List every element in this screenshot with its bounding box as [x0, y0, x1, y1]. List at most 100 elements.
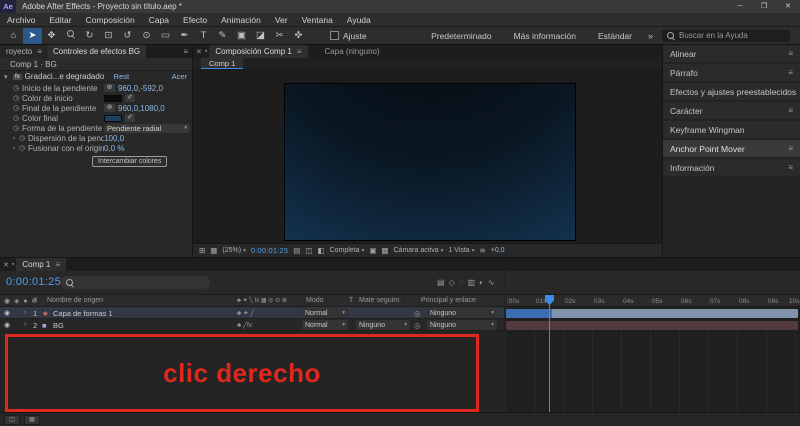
effect-name[interactable]: Gradaci...e degradado [25, 72, 111, 81]
track-matte-column-header[interactable]: Mate seguim. [359, 297, 401, 304]
transfer-controls-toggle-icon[interactable]: ▦ [24, 414, 40, 425]
selection-tool[interactable]: ➤ [23, 27, 42, 44]
panel-menu-icon[interactable]: ≡ [788, 163, 793, 172]
panel-parrafo[interactable]: Párrafo ≡ [663, 64, 800, 81]
shy-layers-icon[interactable]: ◌ [459, 278, 464, 287]
panel-menu-icon[interactable]: ≡ [183, 47, 188, 56]
shape-tool[interactable]: ▭ [156, 28, 175, 44]
panel-menu-icon[interactable]: ≡ [788, 106, 793, 115]
menu-animacion[interactable]: Animación [214, 13, 268, 27]
panel-menu-icon[interactable]: ≡ [788, 144, 793, 153]
property-value[interactable]: 0,0 % [104, 144, 124, 153]
blend-mode-select[interactable]: Normal ▾ [302, 320, 348, 330]
layer-visibility-toggle[interactable]: ◉ [4, 309, 10, 317]
exposure-value[interactable]: +0,0 [491, 247, 505, 254]
current-timecode[interactable]: 0:00:01:25 [6, 276, 61, 288]
clone-stamp-tool[interactable]: ▣ [232, 28, 251, 44]
layer-row-capa-de-formas[interactable]: ◉ › 1 ★ Capa de formas 1 ♣ ✦ ╱ Normal ▾ … [0, 307, 504, 319]
about-effect-link[interactable]: Acer [172, 72, 187, 81]
snap-checkbox[interactable] [330, 31, 339, 40]
help-search-input[interactable]: Buscar en la Ayuda [662, 29, 790, 42]
solid-layer-icon[interactable]: ■ [42, 321, 47, 330]
chevron-down-icon[interactable]: ▾ [4, 73, 10, 81]
magnification-select[interactable]: (25%) ▾ [222, 247, 245, 254]
panel-efectos-y-ajustes[interactable]: Efectos y ajustes preestablecidos [663, 83, 800, 100]
twirl-icon[interactable]: › [24, 321, 26, 328]
pickwhip-icon[interactable]: ◎ [414, 321, 421, 330]
panel-keyframe-wingman[interactable]: Keyframe Wingman [663, 121, 800, 138]
draft-3d-icon[interactable]: ◇ [449, 278, 455, 287]
parent-select[interactable]: Ninguno ▾ [427, 308, 497, 318]
home-tool[interactable]: ⌂ [4, 28, 23, 44]
minimize-button[interactable]: ─ [728, 0, 752, 13]
frame-blending-icon[interactable]: ▥ [467, 278, 475, 287]
reset-effect-link[interactable]: Rest [114, 72, 129, 81]
zoom-tool[interactable] [61, 28, 80, 44]
close-icon[interactable]: ✕ [0, 261, 12, 269]
blend-mode-select[interactable]: Normal ▾ [302, 308, 348, 318]
menu-archivo[interactable]: Archivo [0, 13, 42, 27]
menu-ayuda[interactable]: Ayuda [340, 13, 378, 27]
property-value[interactable]: 960,0,1080,0 [118, 104, 165, 113]
panel-menu-icon[interactable]: ≡ [37, 47, 42, 56]
hand-tool[interactable]: ✥ [42, 28, 61, 44]
color-swatch[interactable] [104, 114, 122, 122]
menu-capa[interactable]: Capa [142, 13, 176, 27]
puppet-pin-tool[interactable]: ✜ [289, 28, 308, 44]
shape-layer-icon[interactable]: ★ [42, 309, 49, 318]
tab-controles-de-efectos[interactable]: Controles de efectos BG [47, 45, 147, 58]
stopwatch-icon[interactable]: ◷ [13, 94, 22, 102]
viewer-tab-comp1[interactable]: Comp 1 [201, 58, 244, 69]
stopwatch-icon[interactable]: ◷ [13, 104, 22, 112]
menu-editar[interactable]: Editar [42, 13, 78, 27]
eyedropper-icon[interactable]: ✐ [125, 114, 135, 122]
transparency-grid-icon[interactable]: ▩ [381, 246, 388, 255]
fast-previews-icon[interactable]: ≋ [479, 246, 485, 255]
layer-row-bg[interactable]: ◉ › 2 ■ BG ♣ ╱fx Normal ▾ Ninguno ▾ ◎ Ni… [0, 319, 504, 331]
workspace-overflow-icon[interactable]: » [643, 31, 658, 41]
unified-camera-tool[interactable]: ⊡ [99, 28, 118, 44]
layer-name[interactable]: BG [53, 321, 64, 330]
layer-switches-toggle-icon[interactable]: ◫ [4, 414, 20, 425]
tab-proyecto[interactable]: royecto ≡ [0, 45, 46, 58]
tab-capa[interactable]: Capa (ninguno) [319, 45, 386, 58]
maximize-button[interactable]: ❐ [752, 0, 776, 13]
resolution-select[interactable]: Completa ▾ [330, 247, 365, 254]
orbit-camera-tool[interactable]: ↻ [80, 28, 99, 44]
workspace-predeterminado[interactable]: Predeterminado [420, 31, 502, 41]
panel-alinear[interactable]: Alinear ≡ [663, 45, 800, 62]
grid-guides-icon[interactable]: ▦ [210, 246, 217, 255]
stopwatch-icon[interactable]: ◷ [19, 134, 28, 142]
pan-behind-tool[interactable]: ⊙ [137, 28, 156, 44]
panel-informacion[interactable]: Información ≡ [663, 159, 800, 176]
track-matte-select[interactable]: Ninguno ▾ [356, 320, 410, 330]
channels-icon[interactable]: ◧ [317, 246, 324, 255]
point-icon[interactable]: ⊕ [104, 84, 115, 92]
viewer-timecode[interactable]: 0:00:01:25 [251, 246, 288, 255]
pen-tool[interactable]: ✒ [175, 28, 194, 44]
fx-badge[interactable]: fx [13, 73, 22, 80]
tab-timeline-comp1[interactable]: Comp 1 ≡ [16, 258, 67, 271]
swap-colors-button[interactable]: Intercambiar colores [92, 156, 168, 167]
workspace-estandar[interactable]: Estándar [587, 31, 643, 41]
active-camera-select[interactable]: Cámara activa ▾ [394, 247, 444, 254]
layer-switches[interactable]: ♣ ╱fx [237, 321, 252, 329]
panel-anchor-point-mover[interactable]: Anchor Point Mover ≡ [663, 140, 800, 157]
eyedropper-icon[interactable]: ✐ [125, 94, 135, 102]
parent-select[interactable]: Ninguno ▾ [427, 320, 497, 330]
menu-efecto[interactable]: Efecto [176, 13, 214, 27]
composition-mini-flowchart-icon[interactable]: ▤ [437, 278, 445, 287]
snapshot-icon[interactable]: ▤ [293, 246, 300, 255]
property-value[interactable]: 960,0,-592,0 [118, 84, 163, 93]
stopwatch-icon[interactable]: ◷ [13, 84, 22, 92]
property-value[interactable]: 100,0 [104, 134, 124, 143]
eraser-tool[interactable]: ◪ [251, 28, 270, 44]
brush-tool[interactable]: ✎ [213, 28, 232, 44]
stopwatch-icon[interactable]: ◷ [13, 114, 22, 122]
ramp-shape-select[interactable]: Pendiente radial ▾ [104, 123, 190, 133]
motion-blur-icon[interactable]: ◐ [479, 278, 484, 287]
expand-icon[interactable]: ⊞ [199, 246, 205, 255]
view-layout-select[interactable]: 1 Vista ▾ [448, 247, 474, 254]
workspace-mas-informacion[interactable]: Más información [503, 31, 587, 41]
graph-editor-icon[interactable]: ∿ [488, 278, 495, 287]
